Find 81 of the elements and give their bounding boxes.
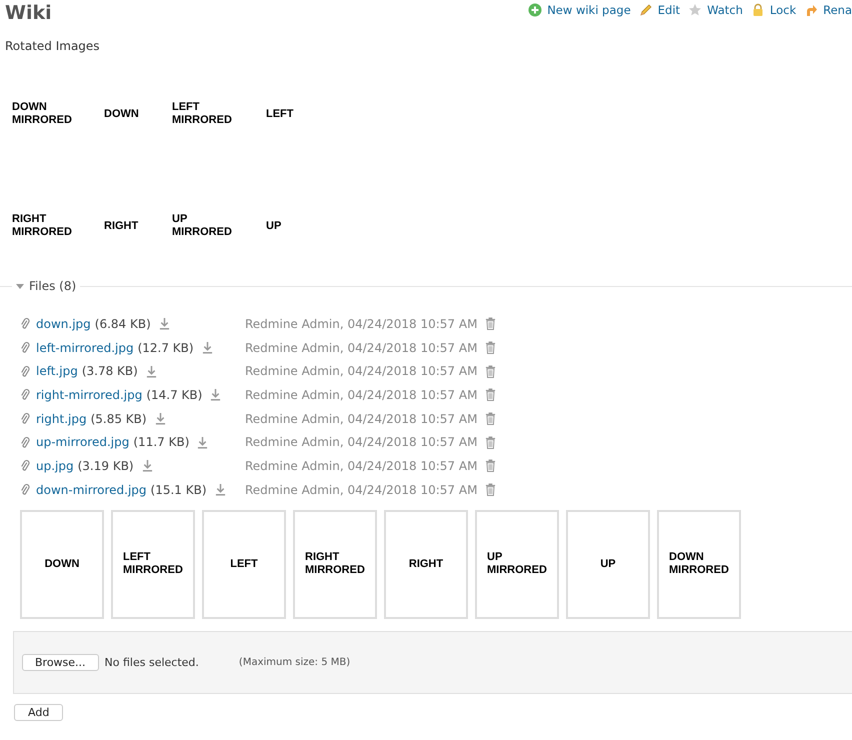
upload-status: No files selected. — [104, 656, 199, 668]
file-size: (11.7 KB) — [133, 435, 190, 450]
image-text: RIGHT — [104, 220, 140, 232]
action-link[interactable]: Lock — [750, 3, 796, 17]
add-icon — [528, 3, 542, 17]
lock-icon — [750, 3, 765, 17]
action-link[interactable]: Edit — [638, 3, 680, 17]
download-icon[interactable] — [158, 317, 170, 330]
paperclip-icon — [20, 483, 30, 496]
paperclip-icon — [20, 341, 30, 354]
thumbnail[interactable]: UP — [566, 510, 650, 618]
file-author: Redmine Admin, 04/24/2018 10:57 AM — [245, 435, 478, 450]
download-icon[interactable] — [202, 341, 213, 354]
image-text: UP MIRRORED — [172, 213, 233, 239]
file-link[interactable]: left.jpg — [36, 364, 78, 378]
browse-button[interactable]: Browse... — [22, 654, 99, 670]
paperclip-icon — [20, 436, 30, 449]
files-toggle[interactable]: Files (8) — [12, 279, 80, 293]
paperclip-icon — [20, 412, 30, 426]
action-link[interactable]: Watch — [688, 3, 743, 17]
trash-icon[interactable] — [485, 317, 496, 330]
download-icon[interactable] — [154, 412, 166, 426]
thumbnail[interactable]: RIGHT — [384, 510, 468, 618]
wiki-text: Rotated Images — [5, 38, 101, 54]
file-author: Redmine Admin, 04/24/2018 10:57 AM — [245, 340, 478, 355]
file-link[interactable]: down-mirrored.jpg — [36, 482, 147, 497]
file-size: (15.1 KB) — [150, 482, 207, 497]
file-author: Redmine Admin, 04/24/2018 10:57 AM — [245, 388, 478, 402]
thumbnail[interactable]: DOWN — [20, 510, 104, 618]
image-text: RIGHT MIRRORED — [12, 213, 73, 239]
download-icon[interactable] — [197, 436, 208, 449]
max-size-hint: (Maximum size: 5 MB) — [238, 656, 350, 668]
paperclip-icon — [20, 317, 30, 330]
file-size: (6.84 KB) — [94, 316, 151, 331]
thumbnail[interactable]: LEFT — [202, 510, 286, 618]
action-link[interactable]: New wiki page — [528, 3, 631, 17]
file-size: (5.85 KB) — [90, 412, 147, 426]
download-icon[interactable] — [210, 388, 222, 402]
trash-icon[interactable] — [485, 364, 496, 378]
trash-icon[interactable] — [485, 459, 496, 472]
trash-icon[interactable] — [485, 412, 496, 426]
thumbnail[interactable]: LEFT MIRRORED — [111, 510, 195, 618]
file-link[interactable]: up.jpg — [36, 458, 74, 473]
image-text: DOWN MIRRORED — [12, 101, 73, 127]
download-icon[interactable] — [146, 364, 157, 378]
image-text: DOWN — [104, 108, 140, 120]
file-size: (12.7 KB) — [138, 340, 194, 355]
file-size: (3.19 KB) — [78, 458, 134, 473]
file-link[interactable]: down.jpg — [36, 316, 91, 331]
image-text: UP — [266, 220, 282, 232]
thumbnail[interactable]: RIGHT MIRRORED — [293, 510, 377, 618]
paperclip-icon — [20, 364, 30, 378]
arrow-icon — [804, 3, 818, 17]
file-link[interactable]: left-mirrored.jpg — [36, 340, 134, 355]
image-text: LEFT — [266, 108, 294, 120]
paperclip-icon — [20, 459, 30, 472]
page-title: Wiki — [5, 1, 52, 26]
trash-icon[interactable] — [485, 483, 496, 496]
file-size: (14.7 KB) — [146, 388, 202, 402]
file-link[interactable]: right-mirrored.jpg — [36, 388, 142, 402]
download-icon[interactable] — [214, 483, 226, 496]
file-author: Redmine Admin, 04/24/2018 10:57 AM — [245, 412, 478, 426]
file-size: (3.78 KB) — [82, 364, 138, 378]
file-link[interactable]: right.jpg — [36, 412, 87, 426]
paperclip-icon — [20, 388, 30, 402]
file-link[interactable]: up-mirrored.jpg — [36, 435, 130, 450]
file-author: Redmine Admin, 04/24/2018 10:57 AM — [245, 482, 478, 497]
pencil-icon — [638, 3, 653, 17]
image-text: LEFT MIRRORED — [172, 101, 233, 127]
trash-icon[interactable] — [485, 341, 496, 354]
file-author: Redmine Admin, 04/24/2018 10:57 AM — [245, 364, 478, 378]
action-link[interactable]: Rena — [804, 3, 852, 17]
thumbnail[interactable]: DOWN MIRRORED — [657, 510, 741, 618]
trash-icon[interactable] — [485, 388, 496, 402]
file-author: Redmine Admin, 04/24/2018 10:57 AM — [245, 316, 478, 331]
thumbnail[interactable]: UP MIRRORED — [475, 510, 559, 618]
file-author: Redmine Admin, 04/24/2018 10:57 AM — [245, 458, 478, 473]
star-icon — [688, 3, 702, 17]
trash-icon[interactable] — [485, 436, 496, 449]
add-button[interactable]: Add — [14, 704, 64, 720]
download-icon[interactable] — [142, 459, 153, 472]
